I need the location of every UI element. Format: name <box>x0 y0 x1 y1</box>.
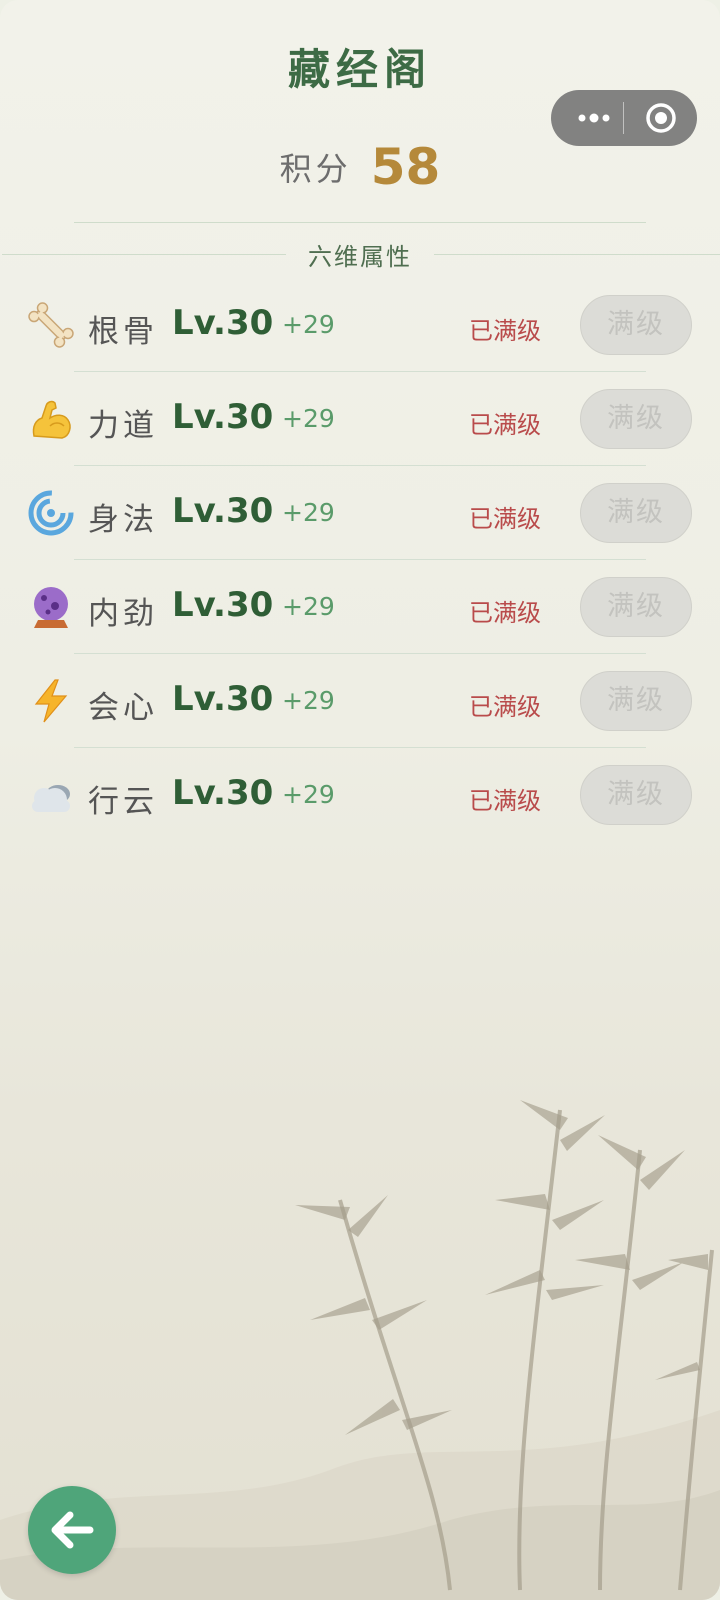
arrow-left-icon <box>51 1511 94 1549</box>
upgrade-button[interactable]: 满级 <box>580 765 692 825</box>
attribute-level: Lv.30 <box>172 585 274 625</box>
cyclone-icon <box>28 490 74 536</box>
section-header: 六维属性 <box>0 237 720 271</box>
attribute-name: 力道 <box>88 408 158 444</box>
score-label: 积分 <box>279 150 352 188</box>
attribute-row: 会心 Lv.30 +29 已满级 满级 <box>0 654 720 748</box>
lightning-icon <box>34 679 68 723</box>
attribute-row: 内劲 Lv.30 +29 已满级 满级 <box>0 560 720 654</box>
cloud-icon <box>32 785 70 812</box>
crystal-ball-icon <box>34 587 68 628</box>
upgrade-button[interactable]: 满级 <box>580 483 692 543</box>
flexed-biceps-icon <box>32 400 71 439</box>
upgrade-button[interactable]: 满级 <box>580 671 692 731</box>
attribute-level: Lv.30 <box>172 303 274 343</box>
attribute-row: 力道 Lv.30 +29 已满级 满级 <box>0 372 720 466</box>
attribute-bonus: +29 <box>282 686 335 715</box>
attribute-bonus: +29 <box>282 592 335 621</box>
attribute-row: 根骨 Lv.30 +29 已满级 满级 <box>0 278 720 372</box>
upgrade-button[interactable]: 满级 <box>580 295 692 355</box>
attribute-bonus: +29 <box>282 780 335 809</box>
score-value: 58 <box>370 138 441 196</box>
attribute-row: 行云 Lv.30 +29 已满级 满级 <box>0 748 720 842</box>
attribute-name: 行云 <box>88 784 158 820</box>
attribute-name: 内劲 <box>88 596 158 632</box>
upgrade-button[interactable]: 满级 <box>580 577 692 637</box>
header-divider <box>74 222 646 223</box>
attribute-bonus: +29 <box>282 310 335 339</box>
attribute-bonus: +29 <box>282 404 335 433</box>
back-button[interactable] <box>28 1486 116 1574</box>
attribute-status: 已满级 <box>469 787 541 815</box>
attribute-name: 身法 <box>88 502 158 538</box>
page-title: 藏经阁 <box>287 45 432 94</box>
attribute-status: 已满级 <box>469 411 541 439</box>
attribute-level: Lv.30 <box>172 491 274 531</box>
score-display: 积分 58 <box>0 138 720 196</box>
attribute-level: Lv.30 <box>172 679 274 719</box>
attribute-status: 已满级 <box>469 693 541 721</box>
section-title: 六维属性 <box>308 243 412 271</box>
attribute-level: Lv.30 <box>172 397 274 437</box>
bone-icon <box>28 302 74 348</box>
attribute-name: 会心 <box>88 690 158 726</box>
attribute-bonus: +29 <box>282 498 335 527</box>
attribute-status: 已满级 <box>469 505 541 533</box>
attribute-row: 身法 Lv.30 +29 已满级 满级 <box>0 466 720 560</box>
attribute-status: 已满级 <box>469 317 541 345</box>
app-screen: 藏经阁 积分 58 六维属性 根骨 Lv.30 +29 已满级 满级 力道 Lv… <box>0 0 720 1600</box>
attribute-level: Lv.30 <box>172 773 274 813</box>
attribute-status: 已满级 <box>469 599 541 627</box>
upgrade-button[interactable]: 满级 <box>580 389 692 449</box>
attribute-name: 根骨 <box>88 314 158 350</box>
capsule-divider <box>623 102 624 134</box>
